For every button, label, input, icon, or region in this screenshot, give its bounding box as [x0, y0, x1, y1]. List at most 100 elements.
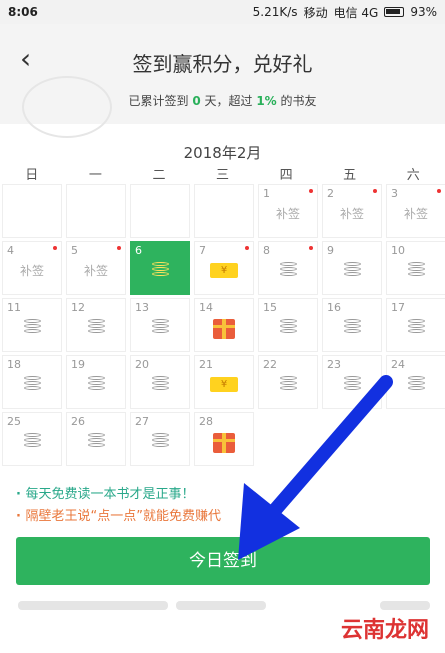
summary-suffix: 的书友 [276, 94, 317, 108]
calendar-day-22[interactable]: 22 [258, 355, 318, 409]
day-number: 5 [71, 244, 78, 257]
tip-2-text: 隔壁老王说“点一点”就能免费赚代 [25, 509, 221, 524]
coin-stack-icon [323, 376, 381, 394]
coin-stack-icon [387, 262, 445, 280]
status-bar: 8:06 5.21K/s 移动 电信 4G 93% [0, 0, 445, 24]
calendar-day-9[interactable]: 9 [322, 241, 382, 295]
day-number: 16 [327, 301, 341, 314]
calendar-day-12[interactable]: 12 [66, 298, 126, 352]
tip-1: · 每天免费读一本书才是正事！ [16, 487, 195, 502]
day-number: 26 [71, 415, 85, 428]
calendar-day-23[interactable]: 23 [322, 355, 382, 409]
coin-stack-icon [387, 319, 445, 337]
calendar-day-24[interactable]: 24 [386, 355, 445, 409]
empty-day [66, 184, 126, 238]
makeup-label: 补签 [275, 207, 300, 221]
day-number: 12 [71, 301, 85, 314]
calendar-day-18[interactable]: 18 [2, 355, 62, 409]
day-number: 8 [263, 244, 270, 257]
coin-stack-icon [387, 376, 445, 394]
empty-day [194, 184, 254, 238]
blurred-text [18, 601, 168, 610]
red-dot-icon [53, 246, 57, 250]
calendar-day-8[interactable]: 8 [258, 241, 318, 295]
calendar-day-6[interactable]: 6 [130, 241, 190, 295]
calendar-day-20[interactable]: 20 [130, 355, 190, 409]
day-number: 19 [71, 358, 85, 371]
day-number: 21 [199, 358, 213, 371]
coin-stack-icon [131, 319, 189, 337]
calendar-day-2[interactable]: 2 补签 [322, 184, 382, 238]
signin-summary: 已累计签到 0 天，超过 1% 的书友 [0, 92, 445, 109]
coin-stack-icon [3, 433, 61, 451]
calendar-day-16[interactable]: 16 [322, 298, 382, 352]
coin-stack-icon [259, 376, 317, 394]
weekday-label: 六 [406, 168, 420, 183]
red-dot-icon [373, 189, 377, 193]
day-number: 11 [7, 301, 21, 314]
calendar-day-25[interactable]: 25 [2, 412, 62, 466]
calendar-day-26[interactable]: 26 [66, 412, 126, 466]
makeup-label: 补签 [403, 207, 428, 221]
ticket-icon: ¥ [195, 262, 253, 278]
empty-day [130, 184, 190, 238]
gift-icon [195, 433, 253, 456]
weekday-header: 日 一 二 三 四 五 六 [0, 164, 445, 184]
coin-stack-icon [131, 433, 189, 451]
watermark: 云南龙网 [336, 612, 433, 644]
weekday-label: 五 [343, 168, 357, 183]
makeup-label: 补签 [339, 207, 364, 221]
signin-days: 0 [192, 94, 201, 108]
calendar-day-3[interactable]: 3 补签 [386, 184, 445, 238]
calendar-day-14[interactable]: 14 [194, 298, 254, 352]
calendar-day-17[interactable]: 17 [386, 298, 445, 352]
page-title: 签到赢积分，兑好礼 [132, 52, 313, 76]
coin-stack-icon [259, 262, 317, 280]
calendar-day-7[interactable]: 7 ¥ [194, 241, 254, 295]
red-dot-icon [245, 246, 249, 250]
day-number: 28 [199, 415, 213, 428]
calendar-day-1[interactable]: 1 补签 [258, 184, 318, 238]
calendar-day-4[interactable]: 4 补签 [2, 241, 62, 295]
day-number: 24 [391, 358, 405, 371]
red-dot-icon [309, 246, 313, 250]
day-number: 9 [327, 244, 334, 257]
day-number: 1 [263, 187, 270, 200]
calendar-day-21[interactable]: 21 ¥ [194, 355, 254, 409]
day-number: 14 [199, 301, 213, 314]
day-number: 20 [135, 358, 149, 371]
day-number: 22 [263, 358, 277, 371]
calendar-day-13[interactable]: 13 [130, 298, 190, 352]
coin-stack-icon [67, 319, 125, 337]
red-dot-icon [437, 189, 441, 193]
calendar-day-10[interactable]: 10 [386, 241, 445, 295]
calendar-day-15[interactable]: 15 [258, 298, 318, 352]
carrier-1: 移动 [303, 5, 328, 20]
day-number: 10 [391, 244, 405, 257]
calendar-day-28[interactable]: 28 [194, 412, 254, 466]
day-number: 18 [7, 358, 21, 371]
calendar-day-11[interactable]: 11 [2, 298, 62, 352]
coin-stack-icon [3, 376, 61, 394]
calendar-day-27[interactable]: 27 [130, 412, 190, 466]
makeup-label: 补签 [83, 264, 108, 278]
blurred-text [176, 601, 266, 610]
day-number: 13 [135, 301, 149, 314]
day-number: 27 [135, 415, 149, 428]
battery-level: 93% [410, 5, 437, 19]
summary-prefix: 已累计签到 [128, 94, 193, 108]
day-number: 2 [327, 187, 334, 200]
calendar-day-5[interactable]: 5 补签 [66, 241, 126, 295]
calendar-day-19[interactable]: 19 [66, 355, 126, 409]
coin-stack-icon [259, 319, 317, 337]
day-number: 17 [391, 301, 405, 314]
checkin-button[interactable]: 今日签到 [16, 537, 430, 585]
coin-stack-icon [67, 376, 125, 394]
tip-2[interactable]: · 隔壁老王说“点一点”就能免费赚代 [16, 506, 221, 528]
coin-stack-icon [131, 376, 189, 394]
coin-stack-icon [323, 262, 381, 280]
day-number: 3 [391, 187, 398, 200]
tip-1-text: 每天免费读一本书才是正事！ [25, 487, 195, 502]
coin-stack-icon [67, 433, 125, 451]
header: ‹ 签到赢积分，兑好礼 已累计签到 0 天，超过 1% 的书友 [0, 24, 445, 138]
